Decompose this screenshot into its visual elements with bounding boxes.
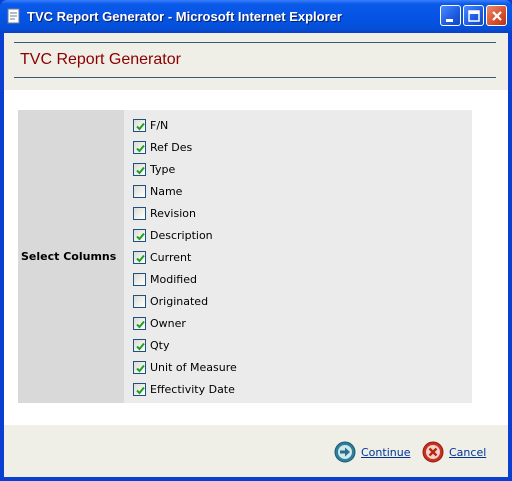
label-cell: Select Columns	[18, 110, 124, 403]
checkmark-icon	[136, 254, 145, 263]
column-option[interactable]: Effectivity Date	[130, 382, 330, 398]
minimize-button[interactable]	[440, 5, 461, 26]
column-checkbox[interactable]	[133, 185, 146, 198]
column-option-label: Revision	[150, 207, 196, 220]
column-option-label: Description	[150, 229, 213, 242]
browser-window: TVC Report Generator - Microsoft Interne…	[0, 0, 512, 481]
checkmark-icon	[136, 342, 145, 351]
column-checkbox[interactable]	[133, 361, 146, 374]
column-option[interactable]: Unit of Measure	[130, 360, 330, 376]
column-option[interactable]: F/N	[130, 118, 330, 134]
column-checkbox[interactable]	[133, 339, 146, 352]
column-checkbox[interactable]	[133, 383, 146, 396]
column-option-label: Ref Des	[150, 141, 193, 154]
column-option[interactable]: Revision	[130, 206, 330, 222]
column-option-label: Owner	[150, 317, 186, 330]
checkmark-icon	[136, 144, 145, 153]
column-option[interactable]: Originated	[130, 294, 330, 310]
close-button[interactable]	[486, 5, 507, 26]
page-header: TVC Report Generator	[4, 33, 508, 90]
column-option[interactable]: Type	[130, 162, 330, 178]
x-circle-icon	[422, 441, 444, 463]
column-option[interactable]: Owner	[130, 316, 330, 332]
select-columns-label: Select Columns	[21, 250, 117, 263]
column-option-label: Name	[150, 185, 183, 198]
column-option-label: Type	[150, 163, 176, 176]
column-option-label: Current	[150, 251, 192, 264]
page-icon	[7, 8, 20, 24]
header-rule-bottom	[14, 77, 496, 78]
page-title: TVC Report Generator	[20, 51, 181, 68]
title-bar[interactable]: TVC Report Generator - Microsoft Interne…	[0, 0, 512, 33]
column-option[interactable]: Description	[130, 228, 330, 244]
checkmark-icon	[136, 232, 145, 241]
cancel-link[interactable]: Cancel	[449, 446, 486, 459]
page-footer: Continue Cancel	[4, 425, 508, 477]
checkmark-icon	[136, 386, 145, 395]
checkmark-icon	[136, 364, 145, 373]
continue-button[interactable]: Continue	[334, 441, 414, 463]
select-columns-table: Select Columns F/N Ref Des Type Name Revisio…	[18, 110, 472, 403]
window-title: TVC Report Generator - Microsoft Interne…	[27, 9, 342, 24]
maximize-button[interactable]	[463, 5, 484, 26]
column-option-label: Effectivity Date	[150, 383, 235, 396]
column-checkbox[interactable]	[133, 141, 146, 154]
column-option-label: Unit of Measure	[150, 361, 237, 374]
column-option[interactable]: Qty	[130, 338, 330, 354]
column-checkbox[interactable]	[133, 251, 146, 264]
column-checkbox[interactable]	[133, 229, 146, 242]
column-option[interactable]: Current	[130, 250, 330, 266]
header-rule-top	[14, 42, 496, 43]
column-option-label: Originated	[150, 295, 209, 308]
column-checkbox[interactable]	[133, 207, 146, 220]
column-option[interactable]: Ref Des	[130, 140, 330, 156]
minimize-icon	[446, 19, 453, 22]
column-option[interactable]: Name	[130, 184, 330, 200]
cancel-button[interactable]: Cancel	[422, 441, 492, 463]
checkmark-icon	[136, 122, 145, 131]
column-checkbox[interactable]	[133, 163, 146, 176]
arrow-right-circle-icon	[334, 441, 356, 463]
checkmark-icon	[136, 320, 145, 329]
close-icon	[492, 11, 502, 21]
column-option[interactable]: Modified	[130, 272, 330, 288]
column-option-label: Qty	[150, 339, 170, 352]
checkmark-icon	[136, 166, 145, 175]
column-checkbox[interactable]	[133, 317, 146, 330]
column-checkbox[interactable]	[133, 295, 146, 308]
continue-link[interactable]: Continue	[361, 446, 410, 459]
page-content: TVC Report Generator Select Columns F/N R…	[4, 33, 508, 477]
column-checkbox[interactable]	[133, 119, 146, 132]
maximize-icon	[468, 10, 480, 22]
column-option-label: F/N	[150, 119, 169, 132]
column-option-label: Modified	[150, 273, 197, 286]
column-checkbox[interactable]	[133, 273, 146, 286]
